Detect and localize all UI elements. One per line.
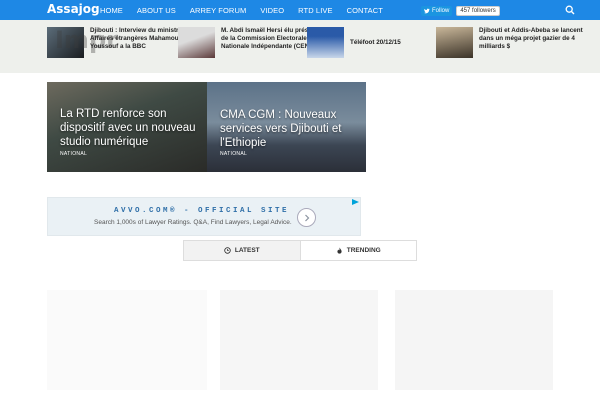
search-icon[interactable] (565, 5, 575, 15)
main-nav: HOME ABOUT US ARREY FORUM VIDEO RTD LIVE… (100, 0, 397, 20)
adchoices-icon[interactable] (351, 198, 361, 206)
featured-tag-1[interactable]: NATIONAL (60, 151, 87, 157)
featured-title-2: CMA CGM : Nouveaux services vers Djibout… (220, 109, 342, 149)
featured-title-1: La RTD renforce son dispositif avec un n… (60, 108, 196, 148)
nav-home[interactable]: HOME (100, 6, 123, 15)
ad-title: AVVO.COM® - OFFICIAL SITE (114, 207, 290, 215)
followers-count: 457 followers (456, 5, 500, 16)
tab-trending-label: TRENDING (346, 247, 381, 254)
site-logo[interactable]: Assajog (47, 2, 100, 16)
ticker-thumb-2 (178, 27, 215, 58)
nav-contact[interactable]: CONTACT (347, 6, 383, 15)
ticker-thumb-4 (436, 27, 473, 58)
tab-latest-label: LATEST (234, 247, 260, 254)
featured-card-2[interactable]: CMA CGM : Nouveaux services vers Djibout… (207, 82, 366, 172)
nav-arrey-forum[interactable]: ARREY FORUM (190, 6, 246, 15)
nav-about-us[interactable]: ABOUT US (137, 6, 176, 15)
ghost-title: Impr (55, 26, 118, 54)
tab-trending[interactable]: TRENDING (301, 241, 417, 260)
clock-icon (224, 247, 231, 254)
content-tabs: LATEST TRENDING (183, 240, 417, 261)
nav-video[interactable]: VIDEO (260, 6, 284, 15)
follow-label: Follow (432, 7, 450, 14)
top-navbar: Assajog HOME ABOUT US ARREY FORUM VIDEO … (0, 0, 600, 20)
placeholder-card-2 (220, 290, 378, 390)
twitter-follow-button[interactable]: Follow (421, 5, 453, 16)
twitter-bird-icon (424, 8, 430, 13)
nav-rtd-live[interactable]: RTD LIVE (298, 6, 332, 15)
placeholder-card-3 (395, 290, 553, 390)
ticker-text-4: Djibouti et Addis-Abeba se lancent dans … (479, 27, 583, 50)
chevron-right-icon (304, 214, 309, 221)
placeholder-card-1 (47, 290, 207, 390)
ad-arrow-button[interactable] (297, 208, 316, 227)
twitter-follow: Follow 457 followers (421, 5, 500, 16)
news-ticker: Djibouti : Interview du ministre des Aff… (0, 20, 600, 73)
featured-tag-2[interactable]: NATIONAL (220, 151, 247, 157)
featured-card-1[interactable]: La RTD renforce son dispositif avec un n… (47, 82, 207, 172)
ticker-item-4[interactable]: Djibouti et Addis-Abeba se lancent dans … (436, 27, 589, 58)
tab-latest[interactable]: LATEST (184, 241, 301, 260)
ticker-thumb-3 (307, 27, 344, 58)
ad-banner[interactable]: AVVO.COM® - OFFICIAL SITE Search 1,000s … (47, 197, 361, 236)
fire-icon (337, 247, 342, 254)
ad-subtitle: Search 1,000s of Lawyer Ratings. Q&A, Fi… (94, 219, 292, 226)
